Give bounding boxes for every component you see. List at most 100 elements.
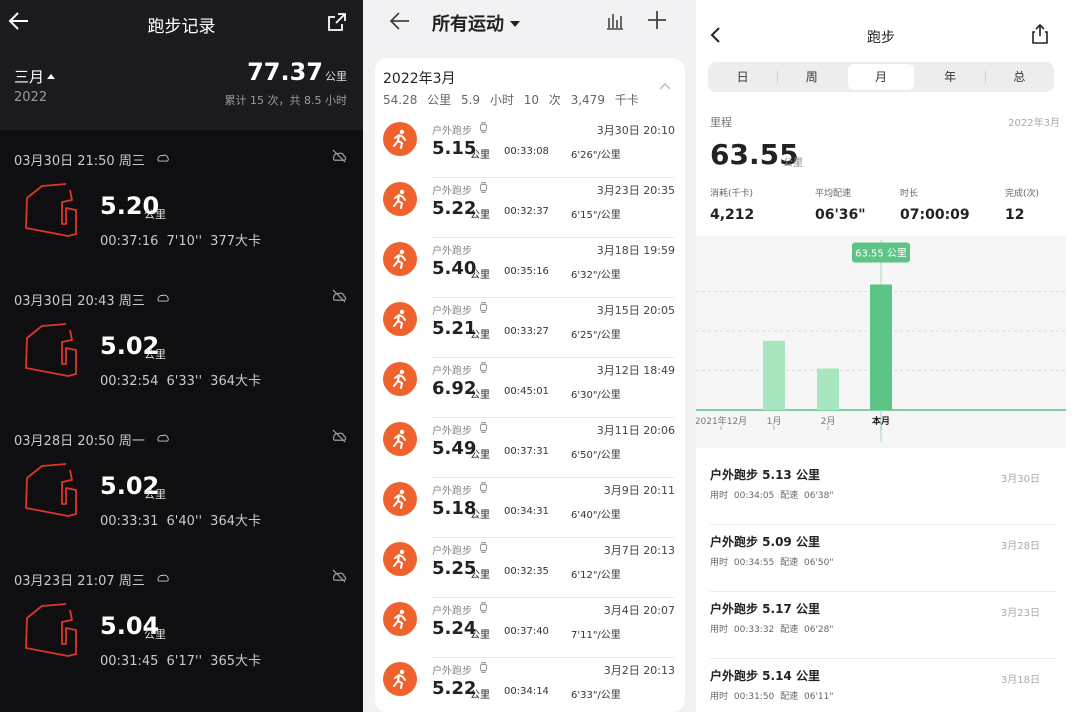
activity-item[interactable]: 户外跑步 3月2日 20:13 5.22 公里 00:34:14 6'33"/公里 bbox=[375, 658, 685, 712]
monthly-distance-chart[interactable]: 2021年12月 1月 2月 本月 63.55 公里 bbox=[696, 236, 1066, 448]
activity-filter-label: 所有运动 bbox=[432, 14, 504, 35]
activity-title: 户外跑步 5.13 公里 bbox=[710, 468, 820, 482]
activity-item[interactable]: 户外跑步 3月30日 20:10 5.15 公里 00:33:08 6'26"/公里 bbox=[375, 118, 685, 178]
page-title: 跑步 bbox=[867, 30, 895, 46]
activity-duration: 00:33:27 bbox=[504, 326, 549, 337]
runner-icon bbox=[383, 122, 417, 156]
tooltip-label: 63.55 公里 bbox=[855, 247, 907, 259]
activity-type: 户外跑步 bbox=[432, 246, 472, 257]
stat-value: 12 bbox=[1005, 207, 1025, 223]
activity-filter[interactable]: 所有运动 bbox=[432, 10, 520, 36]
activity-date: 3月23日 bbox=[1000, 608, 1040, 619]
activity-item[interactable]: 户外跑步 3月12日 18:49 6.92 公里 00:45:01 6'30"/公里 bbox=[375, 358, 685, 418]
stat-label: 时长 bbox=[900, 189, 919, 199]
distance-unit: 公里 bbox=[783, 158, 803, 169]
tab-3[interactable]: 年 bbox=[918, 64, 983, 90]
cloud-icon bbox=[157, 574, 169, 582]
runner-icon bbox=[383, 542, 417, 576]
activity-item[interactable]: 户外跑步 5.09 公里 用时 00:34:55 配速 06'50" 3月28日 bbox=[710, 525, 1056, 592]
activity-type: 户外跑步 bbox=[432, 366, 472, 377]
activity-duration: 00:37:31 bbox=[504, 446, 549, 457]
activity-time: 3月18日 19:59 bbox=[596, 244, 675, 257]
activity-item[interactable]: 户外跑步 5.14 公里 用时 00:31:50 配速 06'11" 3月18日 bbox=[710, 659, 1056, 712]
activity-detail: 用时 00:34:55 配速 06'50" bbox=[710, 558, 834, 568]
plus-icon[interactable] bbox=[647, 10, 667, 30]
activity-item[interactable]: 户外跑步 5.13 公里 用时 00:34:05 配速 06'38" 3月30日 bbox=[710, 458, 1056, 525]
activity-date: 3月18日 bbox=[1000, 675, 1040, 686]
watch-icon bbox=[480, 362, 487, 373]
period-label: 2022年3月 bbox=[1008, 118, 1060, 129]
stat-1: 平均配速 06'36" bbox=[815, 186, 866, 223]
activity-duration: 00:32:37 bbox=[504, 206, 549, 217]
running-records-panel: 跑步记录 三月 2022 77.37 公里 累计 15 次，共 8.5 小时 03… bbox=[0, 0, 363, 712]
tab-divider bbox=[984, 71, 986, 83]
record-item[interactable]: 03月28日 20:50 周一 5.02 公里 00:33:31 6'40'' 364… bbox=[0, 412, 363, 552]
total-distance-value: 77.37 bbox=[247, 58, 323, 86]
watch-icon bbox=[480, 662, 487, 673]
activity-item[interactable]: 户外跑步 3月7日 20:13 5.25 公里 00:32:35 6'12"/公里 bbox=[375, 538, 685, 598]
period-tabs: 日周月年总 bbox=[708, 62, 1054, 92]
record-item[interactable]: 03月30日 20:43 周三 5.02 公里 00:32:54 6'33'' 364… bbox=[0, 272, 363, 412]
summary-header: 跑步记录 三月 2022 77.37 公里 累计 15 次，共 8.5 小时 bbox=[0, 0, 363, 130]
month-selector[interactable]: 三月 bbox=[14, 66, 56, 87]
share-icon[interactable] bbox=[327, 12, 347, 32]
activity-item[interactable]: 户外跑步 3月23日 20:35 5.22 公里 00:32:37 6'15"/公里 bbox=[375, 178, 685, 238]
activity-pace: 6'25"/公里 bbox=[571, 330, 621, 341]
runner-icon bbox=[383, 182, 417, 216]
tab-1[interactable]: 周 bbox=[779, 64, 844, 90]
total-summary: 累计 15 次，共 8.5 小时 bbox=[224, 94, 347, 107]
cloud-icon bbox=[157, 434, 169, 442]
record-stats: 00:32:54 6'33'' 364大卡 bbox=[100, 374, 261, 389]
activity-item[interactable]: 户外跑步 3月18日 19:59 5.40 公里 00:35:16 6'32"/公里 bbox=[375, 238, 685, 298]
stat-3: 完成(次) 12 bbox=[1005, 186, 1039, 223]
tab-0[interactable]: 日 bbox=[710, 64, 775, 90]
weather-icon bbox=[332, 569, 347, 583]
watch-icon bbox=[480, 122, 487, 133]
activity-duration: 00:34:14 bbox=[504, 686, 549, 697]
stat-label: 平均配速 bbox=[815, 189, 852, 199]
watch-icon bbox=[480, 602, 487, 613]
tab-2[interactable]: 月 bbox=[848, 64, 914, 90]
activity-pace: 6'40"/公里 bbox=[571, 510, 621, 521]
share-icon[interactable] bbox=[1031, 24, 1049, 44]
activity-type: 户外跑步 bbox=[432, 486, 472, 497]
tab-4[interactable]: 总 bbox=[987, 64, 1052, 90]
activity-distance-unit: 公里 bbox=[470, 690, 490, 701]
runner-icon bbox=[383, 662, 417, 696]
record-stats: 00:31:45 6'17'' 365大卡 bbox=[100, 654, 261, 669]
activity-pace: 7'11"/公里 bbox=[571, 630, 621, 641]
activity-item[interactable]: 户外跑步 3月9日 20:11 5.18 公里 00:34:31 6'40"/公里 bbox=[375, 478, 685, 538]
runner-icon bbox=[383, 362, 417, 396]
activity-type: 户外跑步 bbox=[432, 546, 472, 557]
activity-pace: 6'26"/公里 bbox=[571, 150, 621, 161]
activity-title: 户外跑步 5.09 公里 bbox=[710, 535, 820, 549]
tick-label: 2021年12月 bbox=[696, 415, 747, 427]
activity-time: 3月30日 20:10 bbox=[596, 124, 675, 137]
record-item[interactable]: 03月23日 21:07 周三 5.04 公里 00:31:45 6'17'' 365… bbox=[0, 552, 363, 692]
month-card: 2022年3月 54.28 公里 5.9 小时 10 次 3,479 千卡 户外… bbox=[375, 58, 685, 712]
activity-time: 3月23日 20:35 bbox=[596, 184, 675, 197]
activity-item[interactable]: 户外跑步 3月4日 20:07 5.24 公里 00:37:40 7'11"/公里 bbox=[375, 598, 685, 658]
collapse-icon[interactable] bbox=[659, 82, 671, 90]
runner-icon bbox=[383, 302, 417, 336]
activity-time: 3月9日 20:11 bbox=[603, 484, 675, 497]
activity-time: 3月12日 18:49 bbox=[596, 364, 675, 377]
activity-item[interactable]: 户外跑步 3月11日 20:06 5.49 公里 00:37:31 6'50"/公里 bbox=[375, 418, 685, 478]
bar-chart-icon[interactable] bbox=[606, 12, 624, 30]
running-stats-panel: 跑步 日周月年总 里程 2022年3月 63.55 公里 消耗(千卡) 4,212… bbox=[696, 0, 1080, 712]
watch-icon bbox=[480, 302, 487, 313]
record-distance-unit: 公里 bbox=[144, 488, 166, 501]
runner-icon bbox=[383, 482, 417, 516]
activity-distance-unit: 公里 bbox=[470, 630, 490, 641]
activity-item[interactable]: 户外跑步 5.17 公里 用时 00:33:32 配速 06'28" 3月23日 bbox=[710, 592, 1056, 659]
caret-up-icon bbox=[47, 74, 56, 79]
record-item[interactable]: 03月30日 21:50 周三 5.20 公里 00:37:16 7'10'' 377… bbox=[0, 132, 363, 272]
activity-item[interactable]: 户外跑步 3月15日 20:05 5.21 公里 00:33:27 6'25"/公里 bbox=[375, 298, 685, 358]
stat-value: 4,212 bbox=[710, 207, 755, 223]
back-arrow-icon[interactable] bbox=[389, 10, 411, 32]
activity-distance-unit: 公里 bbox=[470, 510, 490, 521]
bar-1 bbox=[763, 340, 785, 410]
activity-time: 3月4日 20:07 bbox=[603, 604, 675, 617]
tick-label: 本月 bbox=[872, 415, 890, 427]
stat-label: 完成(次) bbox=[1005, 189, 1040, 199]
